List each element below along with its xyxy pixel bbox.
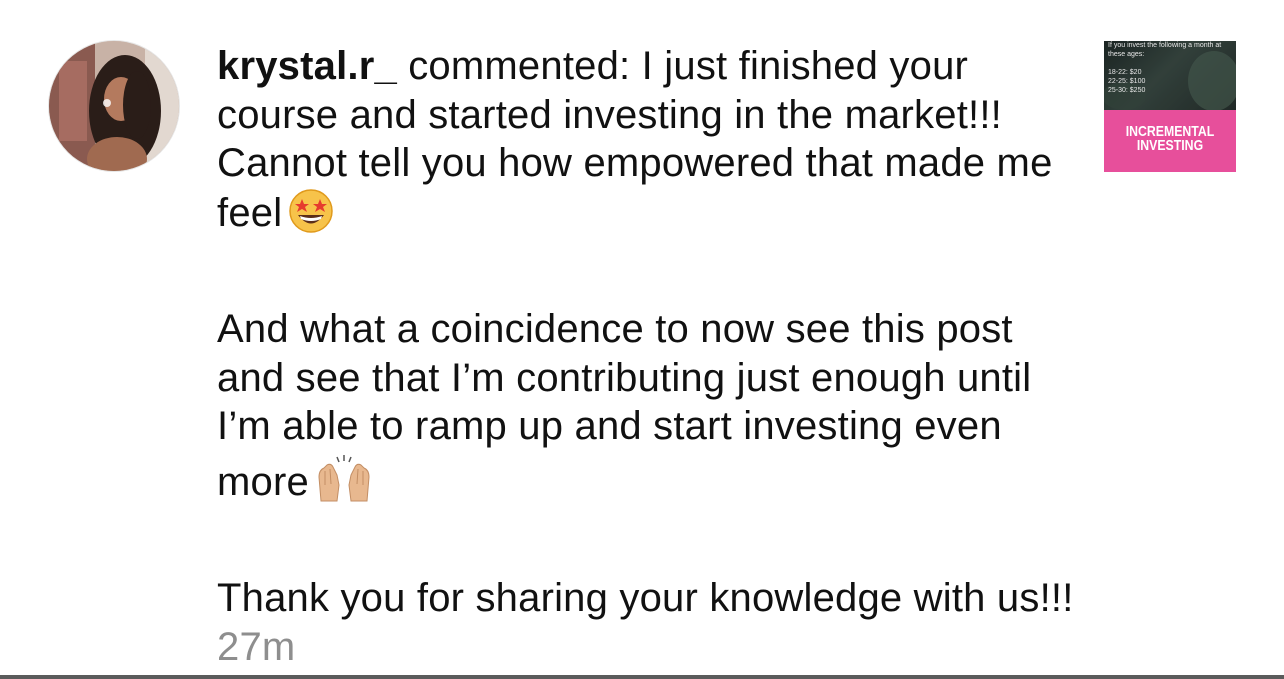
thumbnail-title: INCREMENTAL INVESTING [1116,124,1224,154]
post-thumbnail[interactable]: If you invest the following a month at t… [1104,41,1236,172]
profile-photo-avatar [49,41,179,171]
comment-paragraph-2: And what a coincidence to now see this p… [217,305,1077,514]
username-link[interactable]: krystal.r_ [217,44,397,88]
bottom-divider [0,675,1284,679]
user-avatar[interactable] [49,41,179,171]
comment-body: krystal.r_ commented: I just finished yo… [217,42,1077,671]
thumbnail-title-line-2: INVESTING [1136,137,1204,154]
comment-timestamp: 27m [217,624,296,669]
comment-paragraph-1: krystal.r_ commented: I just finished yo… [217,42,1077,245]
thumbnail-text: If you invest the following a month at t… [1108,42,1222,94]
star-struck-emoji-icon [288,188,334,246]
comment-paragraph-3: Thank you for sharing your knowledge wit… [217,574,1077,671]
comment-action-text: commented: [396,44,642,88]
raising-hands-emoji-icon [315,451,373,515]
comment-text-3: Thank you for sharing your knowledge wit… [217,576,1074,620]
